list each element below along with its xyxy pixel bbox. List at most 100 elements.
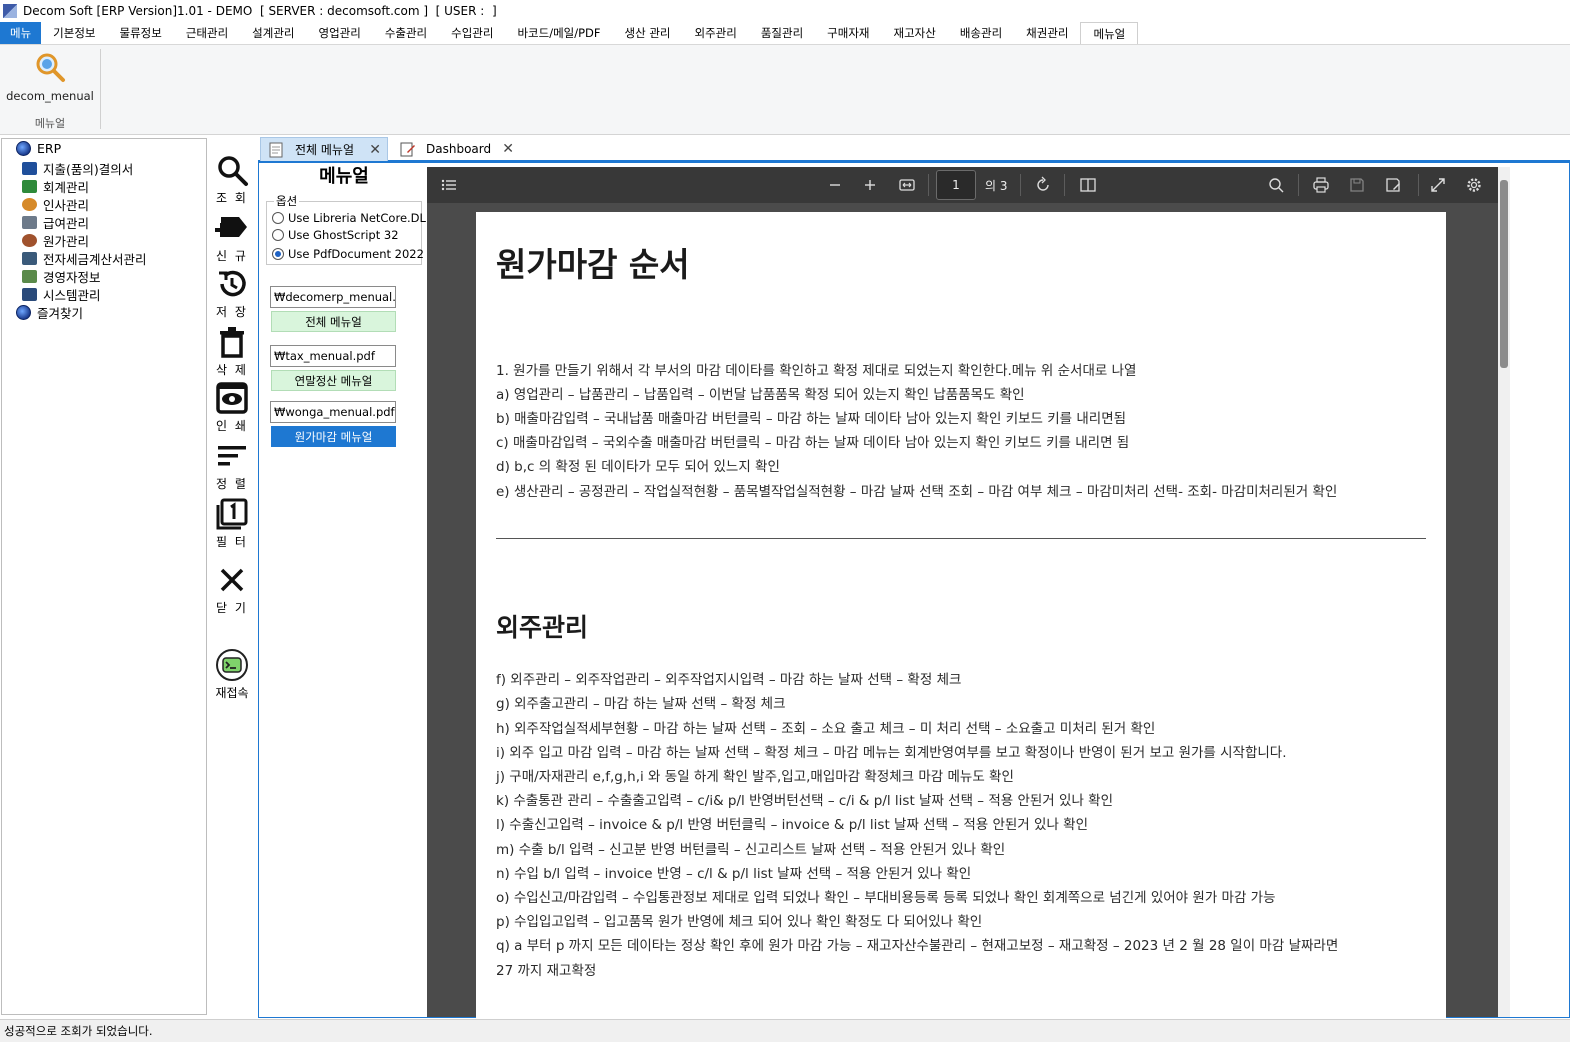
menu-manual[interactable]: 메뉴얼 (1080, 22, 1139, 44)
tree-item-erp[interactable]: ERP (16, 141, 61, 156)
tree-item-expense-report[interactable]: 지출(품의)결의서 (22, 159, 133, 178)
zoom-in-button[interactable] (859, 167, 881, 203)
fullscreen-button[interactable] (1427, 167, 1449, 203)
plus-icon (865, 180, 875, 190)
menu-basic-info[interactable]: 기본정보 (41, 22, 107, 44)
tree-item-e-tax-invoice[interactable]: 전자세금계산서관리 (22, 249, 147, 268)
reconnect-button[interactable]: 재접속 (208, 648, 256, 701)
page-number-input[interactable]: 1 (936, 170, 976, 200)
menu-import[interactable]: 수입관리 (439, 22, 505, 44)
new-button[interactable]: 신 규 (208, 211, 256, 264)
decom-manual-button[interactable]: decom_menual (6, 51, 94, 109)
expand-icon (1431, 178, 1445, 192)
manual-title: 메뉴얼 (319, 166, 369, 187)
tree-label: 인사관리 (43, 198, 90, 213)
menu-logistics-info[interactable]: 물류정보 (108, 22, 174, 44)
radio-label: Use Libreria NetCore.DLL (288, 211, 433, 225)
save-button[interactable]: 저 장 (208, 267, 256, 320)
doc-line: e) 생산관리 – 공정관리 – 작업실적현황 – 품목별작업실적현황 – 마감… (496, 484, 1338, 500)
tree-label: 지출(품의)결의서 (43, 162, 134, 177)
doc-line: l) 수출신고입력 – invoice & p/l 반영 버턴클릭 – invo… (496, 817, 1088, 833)
close-button[interactable]: 닫 기 (208, 563, 256, 616)
doc-line: b) 매출마감입력 – 국내납품 매출마감 버턴클릭 – 마감 하는 날짜 데이… (496, 411, 1127, 427)
close-tab-icon[interactable]: ✕ (502, 141, 514, 157)
ribbon: decom_menual 메뉴얼 (0, 45, 1570, 135)
tree-label: 즐겨찾기 (37, 306, 84, 321)
minus-icon (830, 184, 840, 186)
menu-outsourcing[interactable]: 외주관리 (683, 22, 749, 44)
cost-manual-button[interactable]: 원가마감 메뉴얼 (271, 426, 396, 447)
page-view-button[interactable] (1077, 167, 1099, 203)
radio-ghostscript[interactable]: Use GhostScript 32 (272, 228, 399, 242)
scrollbar-thumb[interactable] (1500, 180, 1508, 368)
menu-sales[interactable]: 영업관리 (306, 22, 372, 44)
rotate-button[interactable] (1032, 167, 1054, 203)
menu-inventory[interactable]: 재고자산 (882, 22, 948, 44)
tab-full-manual[interactable]: 전체 메뉴얼 ✕ (260, 137, 388, 161)
menu-main[interactable]: 메뉴 (0, 22, 42, 44)
manual-file-input-3[interactable]: ₩wonga_menual.pdf (270, 401, 396, 423)
menu-attendance[interactable]: 근태관리 (174, 22, 240, 44)
tree-label: 회계관리 (43, 180, 90, 195)
tree-label: 원가관리 (43, 234, 90, 249)
tree-item-accounting[interactable]: 회계관리 (22, 177, 89, 196)
section-heading: 외주관리 (496, 613, 589, 642)
delete-label: 삭 제 (216, 363, 248, 377)
tree-item-payroll[interactable]: 급여관리 (22, 213, 89, 232)
fit-width-button[interactable] (896, 167, 918, 203)
sort-button[interactable]: 정 렬 (208, 439, 256, 492)
radio-libreria[interactable]: Use Libreria NetCore.DLL (272, 211, 432, 225)
pdf-print-button[interactable] (1310, 167, 1332, 203)
doc-line: k) 수출통관 관리 – 수출출고입력 – c/i& p/l 반영버턴선택 – … (496, 793, 1113, 809)
menu-barcode-mail-pdf[interactable]: 바코드/메일/PDF (505, 22, 612, 44)
doc-line: n) 수입 b/l 입력 – invoice 반영 – c/l & p/l li… (496, 866, 972, 882)
computer-icon (22, 288, 37, 301)
tax-manual-button[interactable]: 연말정산 메뉴얼 (271, 370, 396, 391)
app-icon (3, 4, 17, 18)
close-tab-icon[interactable]: ✕ (369, 142, 381, 158)
menu-design[interactable]: 설계관리 (240, 22, 306, 44)
radio-label: Use GhostScript 32 (288, 228, 399, 242)
search-button[interactable]: 조 회 (208, 153, 256, 206)
menu-export[interactable]: 수출관리 (373, 22, 439, 44)
pdf-save-button[interactable] (1346, 167, 1368, 203)
tree-item-cost[interactable]: 원가관리 (22, 231, 89, 250)
pdf-save-as-button[interactable] (1382, 167, 1404, 203)
outline-button[interactable] (437, 167, 461, 203)
delete-button[interactable]: 삭 제 (208, 325, 256, 378)
tree-item-system[interactable]: 시스템관리 (22, 285, 101, 304)
zoom-out-button[interactable] (824, 167, 846, 203)
print-button[interactable]: 인 쇄 (208, 381, 256, 434)
edit-document-icon (400, 142, 415, 157)
menu-quality[interactable]: 품질관리 (749, 22, 815, 44)
settings-button[interactable] (1463, 167, 1485, 203)
doc-line: d) b,c 의 확정 된 데이타가 모두 되어 있느지 확인 (496, 459, 780, 475)
tree-item-hr[interactable]: 인사관리 (22, 195, 89, 214)
search-label: 조 회 (216, 191, 248, 205)
toolbar-divider (1064, 174, 1065, 196)
tab-dashboard[interactable]: Dashboard ✕ (392, 137, 520, 161)
vertical-toolbar: 조 회 신 규 저 장 삭 제 인 쇄 정 렬 필 터 닫 기 재접속 (208, 145, 256, 725)
manual-file-input-1[interactable]: ₩decomerp_menual.pdf (270, 286, 396, 308)
people-icon (22, 198, 37, 211)
menu-production[interactable]: 생산 관리 (613, 22, 683, 44)
tree-item-favorites[interactable]: 즐겨찾기 (16, 303, 83, 322)
manual-file-input-2[interactable]: ₩tax_menual.pdf (270, 345, 396, 367)
find-button[interactable] (1265, 167, 1287, 203)
doc-line: h) 외주작업실적세부현황 – 마감 하는 날짜 선택 – 조회 – 소요 출고… (496, 721, 1156, 737)
tab-label: Dashboard (426, 142, 492, 156)
document-tabs: 전체 메뉴얼 ✕ Dashboard ✕ (258, 137, 1570, 162)
radio-pdfdocument[interactable]: Use PdfDocument 2022 (272, 247, 424, 261)
document-title: 원가마감 순서 (496, 245, 690, 284)
doc-line: g) 외주출고관리 – 마감 하는 날짜 선택 – 확정 체크 (496, 696, 786, 712)
radio-circle-selected (272, 248, 284, 260)
tree-item-executive-info[interactable]: 경영자정보 (22, 267, 101, 286)
menu-purchasing[interactable]: 구매자재 (815, 22, 881, 44)
filter-button[interactable]: 필 터 (208, 497, 256, 550)
full-manual-button[interactable]: 전체 메뉴얼 (271, 311, 396, 332)
radio-label: Use PdfDocument 2022 (288, 247, 424, 261)
toolbar-divider (928, 174, 929, 196)
menu-delivery[interactable]: 배송관리 (948, 22, 1014, 44)
menu-receivables[interactable]: 채권관리 (1014, 22, 1080, 44)
doc-line: p) 수입입고입력 – 입고품목 원가 반영에 체크 되어 있나 확인 확정도 … (496, 914, 983, 930)
